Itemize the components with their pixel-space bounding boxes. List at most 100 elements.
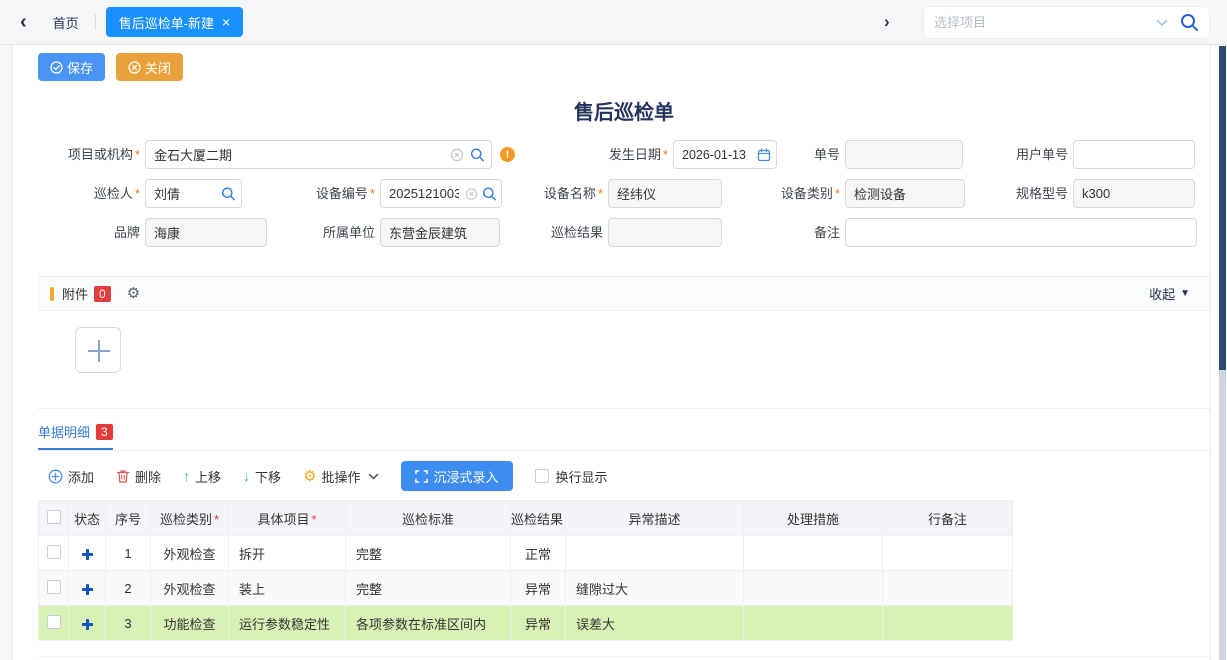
cell-action[interactable] [744,571,883,606]
field-device-name-label: 设备名称* [530,179,603,208]
info-icon[interactable]: ! [500,147,515,162]
forward-icon[interactable]: › [884,13,890,30]
cell-action[interactable] [744,606,883,641]
tab-detail[interactable]: 单据明细 3 [38,422,113,450]
row-checkbox[interactable] [47,615,61,629]
tab-home[interactable]: 首页 [53,13,79,32]
cell-abnormal[interactable]: 误差大 [566,606,744,641]
content-bottom-border [38,656,1210,657]
search-icon[interactable] [470,147,485,162]
cell-category[interactable]: 外观检查 [151,536,229,571]
cell-standard[interactable]: 各项参数在标准区间内 [346,606,511,641]
close-button[interactable]: 关闭 [116,53,183,81]
left-gutter [0,45,13,660]
cell-note[interactable] [883,571,1013,606]
tab-bar: ‹ 首页 售后巡检单-新建 × › [0,0,1227,45]
cell-result[interactable]: 异常 [511,606,566,641]
col-status: 状态 [69,501,106,536]
cell-category[interactable]: 功能检查 [151,606,229,641]
attachments-count-badge: 0 [94,286,111,302]
field-project-label: 项目或机构* [30,140,140,169]
add-row-icon[interactable] [81,583,94,596]
col-seq: 序号 [106,501,151,536]
cell-note[interactable] [883,606,1013,641]
select-all-cell [39,501,69,536]
plus-circle-icon [48,469,63,484]
add-button[interactable]: 添加 [48,467,94,486]
chevron-down-icon[interactable] [1156,19,1168,27]
field-spec-model-label: 规格型号 [995,179,1068,208]
tab-active[interactable]: 售后巡检单-新建 × [106,7,244,37]
cell-abnormal[interactable] [566,536,744,571]
cell-result[interactable]: 异常 [511,571,566,606]
row-status-cell [69,536,106,571]
field-device-name: 设备名称* [530,179,722,208]
add-row-icon[interactable] [81,548,94,561]
calendar-icon[interactable] [757,148,771,162]
add-row-icon[interactable] [81,618,94,631]
row-checkbox-cell [39,536,69,571]
cell-item[interactable]: 拆开 [229,536,346,571]
project-input[interactable] [145,140,492,169]
batch-operation-button[interactable]: ⚙ 批操作 [303,467,378,486]
select-all-checkbox[interactable] [47,510,61,524]
grid-toolbar: 添加 删除 ↑ 上移 ↓ 下移 ⚙ 批操作 沉浸式录入 [48,461,608,491]
check-circle-icon [50,61,63,74]
app-screen: ‹ 首页 售后巡检单-新建 × › 保存 关闭 [0,0,1227,660]
project-select-input[interactable] [934,15,1156,30]
search-icon[interactable] [221,186,236,201]
wrap-checkbox[interactable] [535,469,549,483]
field-owning-unit-label: 所属单位 [302,218,375,247]
cell-action[interactable] [744,536,883,571]
clear-icon[interactable] [465,187,478,200]
save-button[interactable]: 保存 [38,53,105,81]
collapse-label: 收起 [1149,284,1175,303]
table-row-selected[interactable]: 3 功能检查 运行参数稳定性 各项参数在标准区间内 异常 误差大 [39,606,1013,641]
detail-count-badge: 3 [96,424,113,440]
row-checkbox[interactable] [47,580,61,594]
tab-active-label: 售后巡检单-新建 [119,13,214,32]
row-checkbox-cell [39,571,69,606]
delete-button[interactable]: 删除 [116,467,161,486]
search-icon[interactable] [482,186,497,201]
cell-seq: 1 [106,536,151,571]
add-button-label: 添加 [68,467,94,486]
project-select[interactable] [923,6,1210,39]
cell-standard[interactable]: 完整 [346,536,511,571]
tab-close-icon[interactable]: × [222,15,230,29]
cell-category[interactable]: 外观检查 [151,571,229,606]
cell-result[interactable]: 正常 [511,536,566,571]
gear-icon[interactable]: ⚙ [127,286,140,301]
field-order-no: 单号 [780,140,963,169]
cell-abnormal[interactable]: 缝隙过大 [566,571,744,606]
cell-note[interactable] [883,536,1013,571]
back-icon[interactable]: ‹ [20,12,27,32]
upload-button[interactable] [75,327,121,373]
cell-standard[interactable]: 完整 [346,571,511,606]
caret-down-icon: ▼ [1180,289,1190,299]
cell-item[interactable]: 装上 [229,571,346,606]
move-up-button[interactable]: ↑ 上移 [183,467,221,486]
table-row[interactable]: 1 外观检查 拆开 完整 正常 [39,536,1013,571]
arrow-down-icon: ↓ [243,468,250,484]
col-abnormal: 异常描述 [566,501,744,536]
row-status-cell [69,606,106,641]
row-checkbox[interactable] [47,545,61,559]
user-order-no-input[interactable] [1073,140,1195,169]
collapse-button[interactable]: 收起 ▼ [1149,284,1190,303]
field-inspection-result: 巡检结果 [530,218,722,247]
col-category: 巡检类别* [151,501,229,536]
attachments-header: 附件 0 ⚙ 收起 ▼ [38,277,1210,311]
move-down-button[interactable]: ↓ 下移 [243,467,281,486]
cell-item[interactable]: 运行参数稳定性 [229,606,346,641]
detail-tabs: 单据明细 3 [38,422,113,450]
scrollbar-track[interactable] [1219,46,1226,660]
field-inspector-label: 巡检人* [60,179,140,208]
table-row[interactable]: 2 外观检查 装上 完整 异常 缝隙过大 [39,571,1013,606]
immersive-entry-button[interactable]: 沉浸式录入 [401,461,513,491]
search-icon[interactable] [1180,13,1199,32]
remark-input[interactable] [845,218,1197,247]
scrollbar-thumb[interactable] [1219,46,1226,370]
wrap-display-toggle: 换行显示 [535,467,608,486]
clear-icon[interactable] [450,148,464,162]
